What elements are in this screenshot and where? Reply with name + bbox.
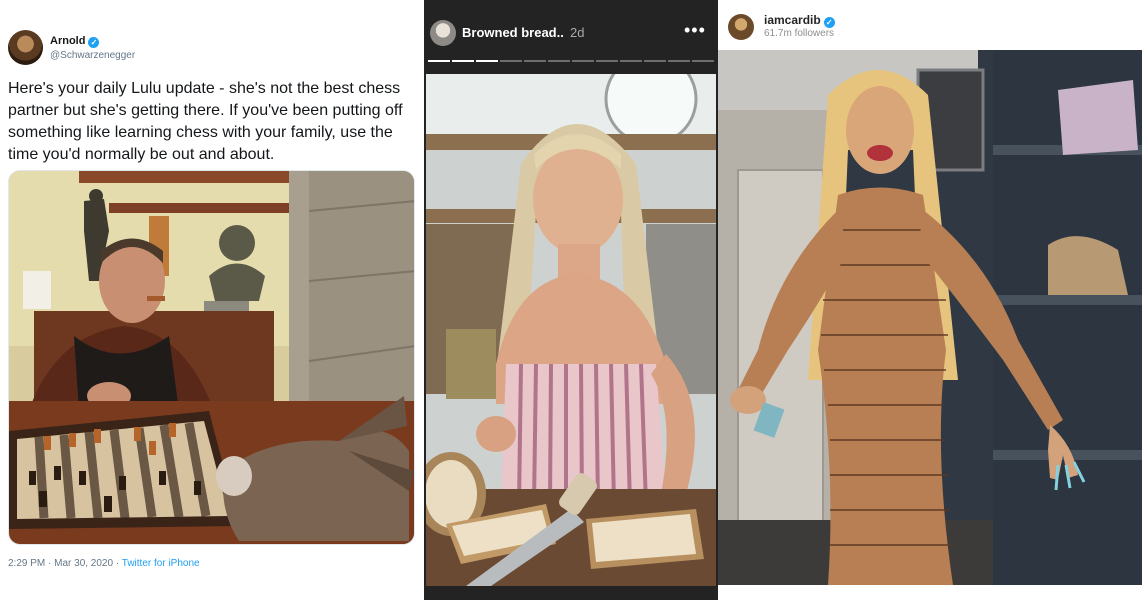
bread-kitchen-image (426, 74, 716, 586)
avatar[interactable] (8, 30, 43, 65)
verified-badge-icon: ✓ (88, 37, 100, 48)
reel-followers[interactable]: 61.7m followers (764, 28, 834, 39)
chess-scene-image (9, 171, 414, 544)
story-progress-segment (500, 60, 522, 62)
story-progress-segment (572, 60, 594, 62)
story-photo[interactable] (426, 74, 716, 586)
dancing-woman-image (718, 50, 1142, 585)
story-age: 2d (570, 25, 585, 40)
story-progress-segment (476, 60, 498, 62)
story-progress-segment (668, 60, 690, 62)
tweet-source-link[interactable]: Twitter for iPhone (122, 558, 200, 569)
story-progress-segment (692, 60, 714, 62)
story-progress-segment (452, 60, 474, 62)
story-progress-segment (524, 60, 546, 62)
tweet-timestamp[interactable]: 2:29 PM · Mar 30, 2020 · (8, 558, 122, 569)
story-progress-segment (548, 60, 570, 62)
reel-panel: iamcardib ✓ 61.7m followers (718, 0, 1142, 600)
story-progress-segment (428, 60, 450, 62)
tweet-text: Here's your daily Lulu update - she's no… (8, 80, 403, 163)
story-progress-segment (596, 60, 618, 62)
tweet-meta: 2:29 PM · Mar 30, 2020 · Twitter for iPh… (8, 558, 200, 569)
username-text: iamcardib (764, 13, 821, 27)
story-title[interactable]: Browned bread.. (462, 25, 564, 40)
tweet-panel: Arnold ✓ @Schwarzenegger Here's your dail… (0, 0, 424, 600)
tweet-handle[interactable]: @Schwarzenegger (50, 50, 135, 61)
story-panel: Browned bread.. 2d ••• (424, 0, 718, 600)
story-progress-segment (644, 60, 666, 62)
reel-username[interactable]: iamcardib ✓ (764, 13, 835, 28)
more-dots-icon[interactable]: ••• (684, 20, 706, 41)
display-name-text: Arnold (50, 35, 86, 47)
reel-avatar[interactable] (728, 14, 754, 40)
tweet-display-name[interactable]: Arnold ✓ (50, 35, 100, 48)
verified-badge-icon: ✓ (823, 17, 835, 28)
tweet-photo[interactable] (8, 170, 415, 545)
story-progress-bar (428, 60, 714, 62)
reel-video[interactable] (718, 50, 1142, 585)
story-progress-segment (620, 60, 642, 62)
story-avatar[interactable] (430, 20, 456, 46)
